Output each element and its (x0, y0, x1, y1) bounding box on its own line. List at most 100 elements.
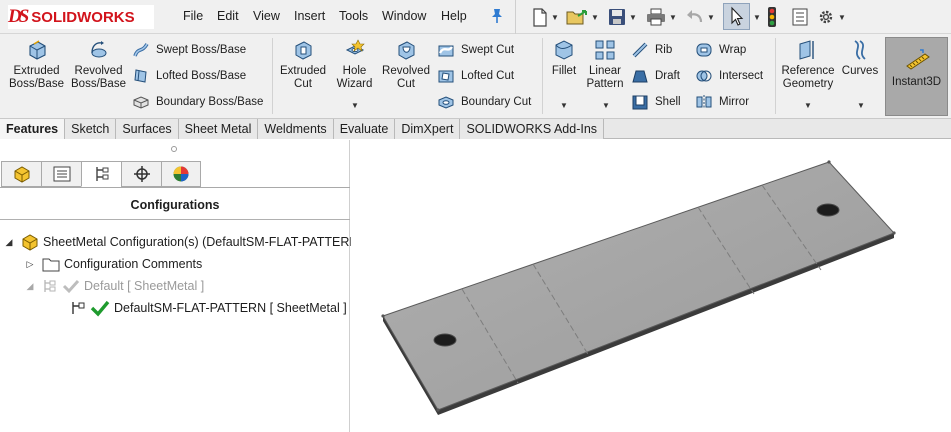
configuration-node-icon (44, 280, 56, 292)
lofted-cut-button[interactable]: Lofted Cut (437, 66, 514, 86)
chevron-down-icon[interactable]: ▼ (753, 13, 761, 22)
expand-down-icon[interactable]: ◢ (4, 237, 14, 248)
expand-right-icon[interactable]: ▷ (25, 259, 35, 270)
gear-icon (819, 10, 833, 24)
boundary-boss-icon (133, 96, 149, 109)
menu-edit[interactable]: Edit (217, 9, 239, 23)
draft-button[interactable]: Draft (631, 66, 680, 86)
menu-file[interactable]: File (183, 9, 203, 23)
tree-item-default-config[interactable]: ◢ Default [ SheetMetal ] (25, 276, 204, 296)
menu-insert[interactable]: Insert (294, 9, 325, 23)
panel-title: Configurations (130, 198, 220, 212)
tab-dimxpert[interactable]: DimXpert (395, 119, 461, 139)
menu-separator (515, 0, 516, 34)
hole-wizard-label: Hole Wizard (336, 65, 373, 90)
boundary-cut-icon (438, 96, 454, 109)
revolved-boss-button[interactable]: Revolved Boss/Base (70, 38, 127, 91)
tab-property-manager[interactable] (41, 161, 81, 187)
tab-evaluate[interactable]: Evaluate (333, 119, 396, 139)
check-icon (90, 300, 110, 317)
ribbon-separator (272, 38, 273, 114)
shell-label: Shell (655, 96, 681, 108)
boundary-cut-button[interactable]: Boundary Cut (437, 92, 531, 112)
curves-button[interactable]: Curves (840, 38, 880, 78)
lofted-boss-button[interactable]: Lofted Boss/Base (132, 66, 246, 86)
tab-weldments[interactable]: Weldments (258, 119, 334, 139)
pin-icon[interactable] (490, 8, 504, 24)
tab-features[interactable]: Features (0, 119, 66, 139)
extruded-boss-icon (28, 40, 46, 60)
panel-resize-grip[interactable] (171, 146, 177, 152)
menu-window[interactable]: Window (382, 9, 426, 23)
menu-tools[interactable]: Tools (339, 9, 368, 23)
panel-tabs (1, 161, 201, 188)
rib-button[interactable]: Rib (631, 40, 672, 60)
open-document-button[interactable]: ▼ (566, 6, 599, 28)
reference-geometry-label: Reference Geometry (781, 65, 835, 90)
wrap-icon (696, 43, 712, 57)
wrap-button[interactable]: Wrap (695, 40, 746, 60)
chevron-down-icon[interactable]: ▼ (560, 101, 568, 110)
instant3d-icon (905, 49, 930, 70)
draft-icon (632, 70, 648, 83)
check-icon (62, 279, 80, 294)
ribbon-separator (775, 38, 776, 114)
print-button[interactable]: ▼ (646, 6, 677, 28)
options-button[interactable]: ▼ (817, 6, 846, 28)
chevron-down-icon[interactable]: ▼ (351, 101, 359, 110)
intersect-button[interactable]: Intersect (695, 66, 763, 86)
swept-boss-label: Swept Boss/Base (156, 44, 247, 56)
rebuild-button[interactable] (767, 6, 777, 28)
chevron-down-icon[interactable]: ▼ (602, 101, 610, 110)
chevron-down-icon[interactable]: ▼ (857, 101, 865, 110)
mirror-button[interactable]: Mirror (695, 92, 749, 112)
tab-feature-manager[interactable] (1, 161, 41, 187)
menu-help[interactable]: Help (441, 9, 467, 23)
extruded-cut-icon (295, 41, 312, 60)
save-icon (609, 9, 625, 25)
chevron-down-icon: ▼ (669, 12, 677, 22)
linear-pattern-button[interactable]: Linear Pattern (583, 38, 627, 91)
hole-wizard-button[interactable]: Hole Wizard (332, 38, 377, 91)
tab-surfaces[interactable]: Surfaces (116, 119, 179, 139)
tab-sketch[interactable]: Sketch (65, 119, 117, 139)
extruded-cut-button[interactable]: Extruded Cut (277, 38, 329, 91)
crosshair-icon (133, 166, 150, 182)
save-button[interactable]: ▼ (608, 6, 637, 28)
reference-geometry-button[interactable]: Reference Geometry (779, 38, 837, 91)
new-document-icon (533, 7, 547, 27)
expand-down-icon[interactable]: ◢ (25, 281, 35, 292)
shell-button[interactable]: Shell (631, 92, 681, 112)
extruded-boss-button[interactable]: Extruded Boss/Base (8, 38, 65, 91)
tree-root-configurations[interactable]: ◢ SheetMetal Configuration(s) (DefaultSM… (4, 232, 358, 252)
intersect-label: Intersect (719, 70, 764, 82)
tree-item-label: Configuration Comments (64, 257, 203, 271)
tree-item-flat-pattern-config[interactable]: DefaultSM-FLAT-PATTERN [ SheetMetal ] (70, 298, 347, 318)
revolved-cut-button[interactable]: Revolved Cut (380, 38, 432, 91)
new-document-button[interactable]: ▼ (532, 6, 559, 28)
tab-sheet-metal[interactable]: Sheet Metal (178, 119, 259, 139)
lofted-cut-label: Lofted Cut (461, 70, 515, 82)
tab-dimxpert-manager[interactable] (121, 161, 161, 187)
command-manager: Extruded Boss/Base Revolved Boss/Base Sw… (0, 34, 951, 119)
swept-boss-button[interactable]: Swept Boss/Base (132, 40, 246, 60)
rib-label: Rib (655, 44, 673, 56)
swept-cut-button[interactable]: Swept Cut (437, 40, 514, 60)
tab-display-manager[interactable] (161, 161, 201, 187)
ribbon-separator (542, 38, 543, 114)
tab-configuration-manager[interactable] (81, 161, 121, 187)
menu-view[interactable]: View (253, 9, 280, 23)
chevron-down-icon[interactable]: ▼ (804, 101, 812, 110)
graphics-area[interactable] (351, 140, 951, 432)
panel-tab-underline (0, 187, 350, 188)
fillet-button[interactable]: Fillet (547, 38, 581, 78)
select-button[interactable] (723, 3, 750, 30)
instant3d-button[interactable]: Instant3D (885, 37, 948, 116)
undo-button[interactable]: ▼ (686, 6, 715, 28)
tree-item-configuration-comments[interactable]: ▷ Configuration Comments (25, 254, 202, 274)
file-properties-button[interactable] (792, 6, 808, 28)
boundary-boss-button[interactable]: Boundary Boss/Base (132, 92, 263, 112)
tab-solidworks-add-ins[interactable]: SOLIDWORKS Add-Ins (460, 119, 605, 139)
solidworks-logo[interactable]: DS SOLIDWORKS (8, 5, 154, 29)
sheet-metal-flat-pattern[interactable] (351, 140, 951, 432)
